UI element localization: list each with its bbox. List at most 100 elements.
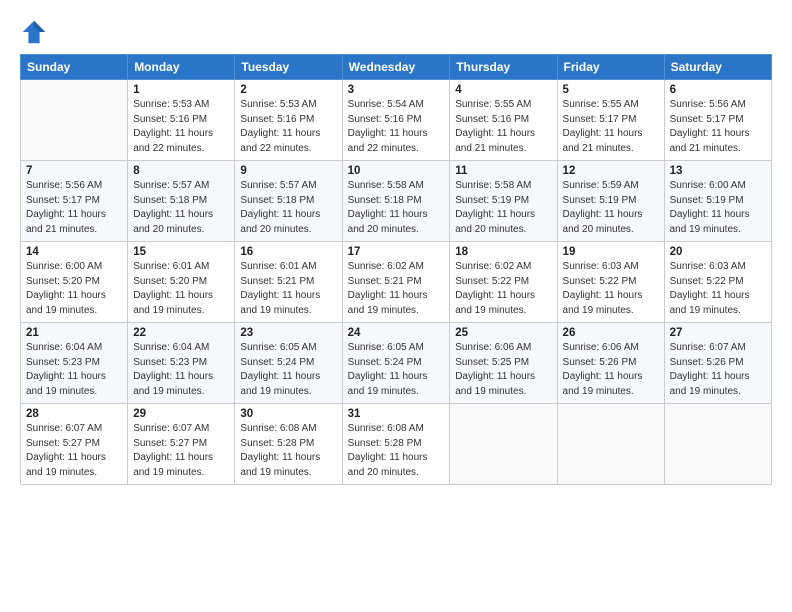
calendar-cell: 23 Sunrise: 6:05 AM Sunset: 5:24 PM Dayli… [235,323,342,404]
day-number: 17 [348,246,445,258]
calendar-cell [450,404,557,485]
day-number: 22 [133,327,229,339]
day-number: 20 [670,246,766,258]
calendar-cell: 8Sunrise: 5:57 AM Sunset: 5:18 PM Daylig… [128,161,235,242]
day-info: Sunrise: 6:05 AM Sunset: 5:24 PM Dayligh… [240,341,336,399]
calendar-header-sunday: Sunday [21,55,128,80]
calendar-cell: 9Sunrise: 5:57 AM Sunset: 5:18 PM Daylig… [235,161,342,242]
calendar-week-row: 28 Sunrise: 6:07 AM Sunset: 5:27 PM Dayli… [21,404,772,485]
calendar-cell: 18 Sunrise: 6:02 AM Sunset: 5:22 PM Dayli… [450,242,557,323]
calendar-cell: 22 Sunrise: 6:04 AM Sunset: 5:23 PM Dayli… [128,323,235,404]
calendar-cell: 13 Sunrise: 6:00 AM Sunset: 5:19 PM Dayli… [664,161,771,242]
calendar-cell: 16 Sunrise: 6:01 AM Sunset: 5:21 PM Dayli… [235,242,342,323]
day-number: 12 [563,165,659,177]
calendar-cell [557,404,664,485]
calendar-cell: 15Sunrise: 6:01 AM Sunset: 5:20 PM Dayli… [128,242,235,323]
day-info: Sunrise: 6:07 AM Sunset: 5:27 PM Dayligh… [26,422,122,480]
calendar-week-row: 21 Sunrise: 6:04 AM Sunset: 5:23 PM Dayli… [21,323,772,404]
day-info: Sunrise: 6:03 AM Sunset: 5:22 PM Dayligh… [670,260,766,318]
day-number: 2 [240,84,336,96]
calendar-week-row: 7Sunrise: 5:56 AM Sunset: 5:17 PM Daylig… [21,161,772,242]
calendar-table: SundayMondayTuesdayWednesdayThursdayFrid… [20,54,772,485]
calendar-cell [664,404,771,485]
day-info: Sunrise: 6:01 AM Sunset: 5:21 PM Dayligh… [240,260,336,318]
calendar-cell: 3 Sunrise: 5:54 AM Sunset: 5:16 PM Daylig… [342,80,450,161]
day-info: Sunrise: 6:07 AM Sunset: 5:27 PM Dayligh… [133,422,229,480]
day-number: 3 [348,84,445,96]
day-number: 1 [133,84,229,96]
day-number: 27 [670,327,766,339]
day-info: Sunrise: 5:56 AM Sunset: 5:17 PM Dayligh… [670,98,766,156]
calendar-header-thursday: Thursday [450,55,557,80]
day-number: 5 [563,84,659,96]
day-info: Sunrise: 6:04 AM Sunset: 5:23 PM Dayligh… [133,341,229,399]
day-number: 14 [26,246,122,258]
calendar-cell: 12 Sunrise: 5:59 AM Sunset: 5:19 PM Dayli… [557,161,664,242]
calendar-cell: 28 Sunrise: 6:07 AM Sunset: 5:27 PM Dayli… [21,404,128,485]
calendar-cell: 7Sunrise: 5:56 AM Sunset: 5:17 PM Daylig… [21,161,128,242]
day-number: 21 [26,327,122,339]
day-info: Sunrise: 6:00 AM Sunset: 5:19 PM Dayligh… [670,179,766,237]
day-info: Sunrise: 6:04 AM Sunset: 5:23 PM Dayligh… [26,341,122,399]
day-info: Sunrise: 5:57 AM Sunset: 5:18 PM Dayligh… [133,179,229,237]
day-number: 15 [133,246,229,258]
calendar-cell: 1Sunrise: 5:53 AM Sunset: 5:16 PM Daylig… [128,80,235,161]
page: SundayMondayTuesdayWednesdayThursdayFrid… [0,0,792,612]
day-number: 24 [348,327,445,339]
day-number: 30 [240,408,336,420]
calendar-header-monday: Monday [128,55,235,80]
day-number: 19 [563,246,659,258]
calendar-cell: 5 Sunrise: 5:55 AM Sunset: 5:17 PM Daylig… [557,80,664,161]
day-number: 31 [348,408,445,420]
calendar-cell: 4 Sunrise: 5:55 AM Sunset: 5:16 PM Daylig… [450,80,557,161]
day-info: Sunrise: 6:08 AM Sunset: 5:28 PM Dayligh… [348,422,445,480]
calendar-header-tuesday: Tuesday [235,55,342,80]
day-number: 11 [455,165,551,177]
calendar-header-saturday: Saturday [664,55,771,80]
calendar-cell: 10Sunrise: 5:58 AM Sunset: 5:18 PM Dayli… [342,161,450,242]
day-info: Sunrise: 5:58 AM Sunset: 5:19 PM Dayligh… [455,179,551,237]
day-number: 13 [670,165,766,177]
header [20,18,772,46]
day-number: 23 [240,327,336,339]
calendar-cell: 29 Sunrise: 6:07 AM Sunset: 5:27 PM Dayli… [128,404,235,485]
calendar-cell: 17Sunrise: 6:02 AM Sunset: 5:21 PM Dayli… [342,242,450,323]
day-info: Sunrise: 5:59 AM Sunset: 5:19 PM Dayligh… [563,179,659,237]
day-number: 7 [26,165,122,177]
day-info: Sunrise: 6:03 AM Sunset: 5:22 PM Dayligh… [563,260,659,318]
day-number: 26 [563,327,659,339]
day-info: Sunrise: 6:08 AM Sunset: 5:28 PM Dayligh… [240,422,336,480]
day-info: Sunrise: 6:00 AM Sunset: 5:20 PM Dayligh… [26,260,122,318]
calendar-cell: 24 Sunrise: 6:05 AM Sunset: 5:24 PM Dayli… [342,323,450,404]
day-number: 28 [26,408,122,420]
day-info: Sunrise: 6:06 AM Sunset: 5:26 PM Dayligh… [563,341,659,399]
calendar-cell: 26 Sunrise: 6:06 AM Sunset: 5:26 PM Dayli… [557,323,664,404]
day-info: Sunrise: 5:57 AM Sunset: 5:18 PM Dayligh… [240,179,336,237]
calendar-cell: 11 Sunrise: 5:58 AM Sunset: 5:19 PM Dayli… [450,161,557,242]
day-info: Sunrise: 6:06 AM Sunset: 5:25 PM Dayligh… [455,341,551,399]
day-info: Sunrise: 5:53 AM Sunset: 5:16 PM Dayligh… [240,98,336,156]
calendar-cell: 20 Sunrise: 6:03 AM Sunset: 5:22 PM Dayli… [664,242,771,323]
day-info: Sunrise: 6:05 AM Sunset: 5:24 PM Dayligh… [348,341,445,399]
calendar-cell: 21 Sunrise: 6:04 AM Sunset: 5:23 PM Dayli… [21,323,128,404]
day-number: 4 [455,84,551,96]
calendar-cell: 6 Sunrise: 5:56 AM Sunset: 5:17 PM Daylig… [664,80,771,161]
day-info: Sunrise: 5:58 AM Sunset: 5:18 PM Dayligh… [348,179,445,237]
calendar-cell: 31 Sunrise: 6:08 AM Sunset: 5:28 PM Dayli… [342,404,450,485]
day-number: 18 [455,246,551,258]
logo-icon [20,18,48,46]
day-number: 6 [670,84,766,96]
calendar-header-row: SundayMondayTuesdayWednesdayThursdayFrid… [21,55,772,80]
calendar-cell: 27Sunrise: 6:07 AM Sunset: 5:26 PM Dayli… [664,323,771,404]
day-number: 29 [133,408,229,420]
calendar-cell: 19 Sunrise: 6:03 AM Sunset: 5:22 PM Dayli… [557,242,664,323]
day-info: Sunrise: 5:55 AM Sunset: 5:16 PM Dayligh… [455,98,551,156]
calendar-cell [21,80,128,161]
calendar-cell: 25Sunrise: 6:06 AM Sunset: 5:25 PM Dayli… [450,323,557,404]
day-info: Sunrise: 6:02 AM Sunset: 5:22 PM Dayligh… [455,260,551,318]
day-number: 16 [240,246,336,258]
calendar-cell: 14 Sunrise: 6:00 AM Sunset: 5:20 PM Dayli… [21,242,128,323]
day-info: Sunrise: 5:55 AM Sunset: 5:17 PM Dayligh… [563,98,659,156]
day-info: Sunrise: 5:54 AM Sunset: 5:16 PM Dayligh… [348,98,445,156]
calendar-week-row: 14 Sunrise: 6:00 AM Sunset: 5:20 PM Dayli… [21,242,772,323]
